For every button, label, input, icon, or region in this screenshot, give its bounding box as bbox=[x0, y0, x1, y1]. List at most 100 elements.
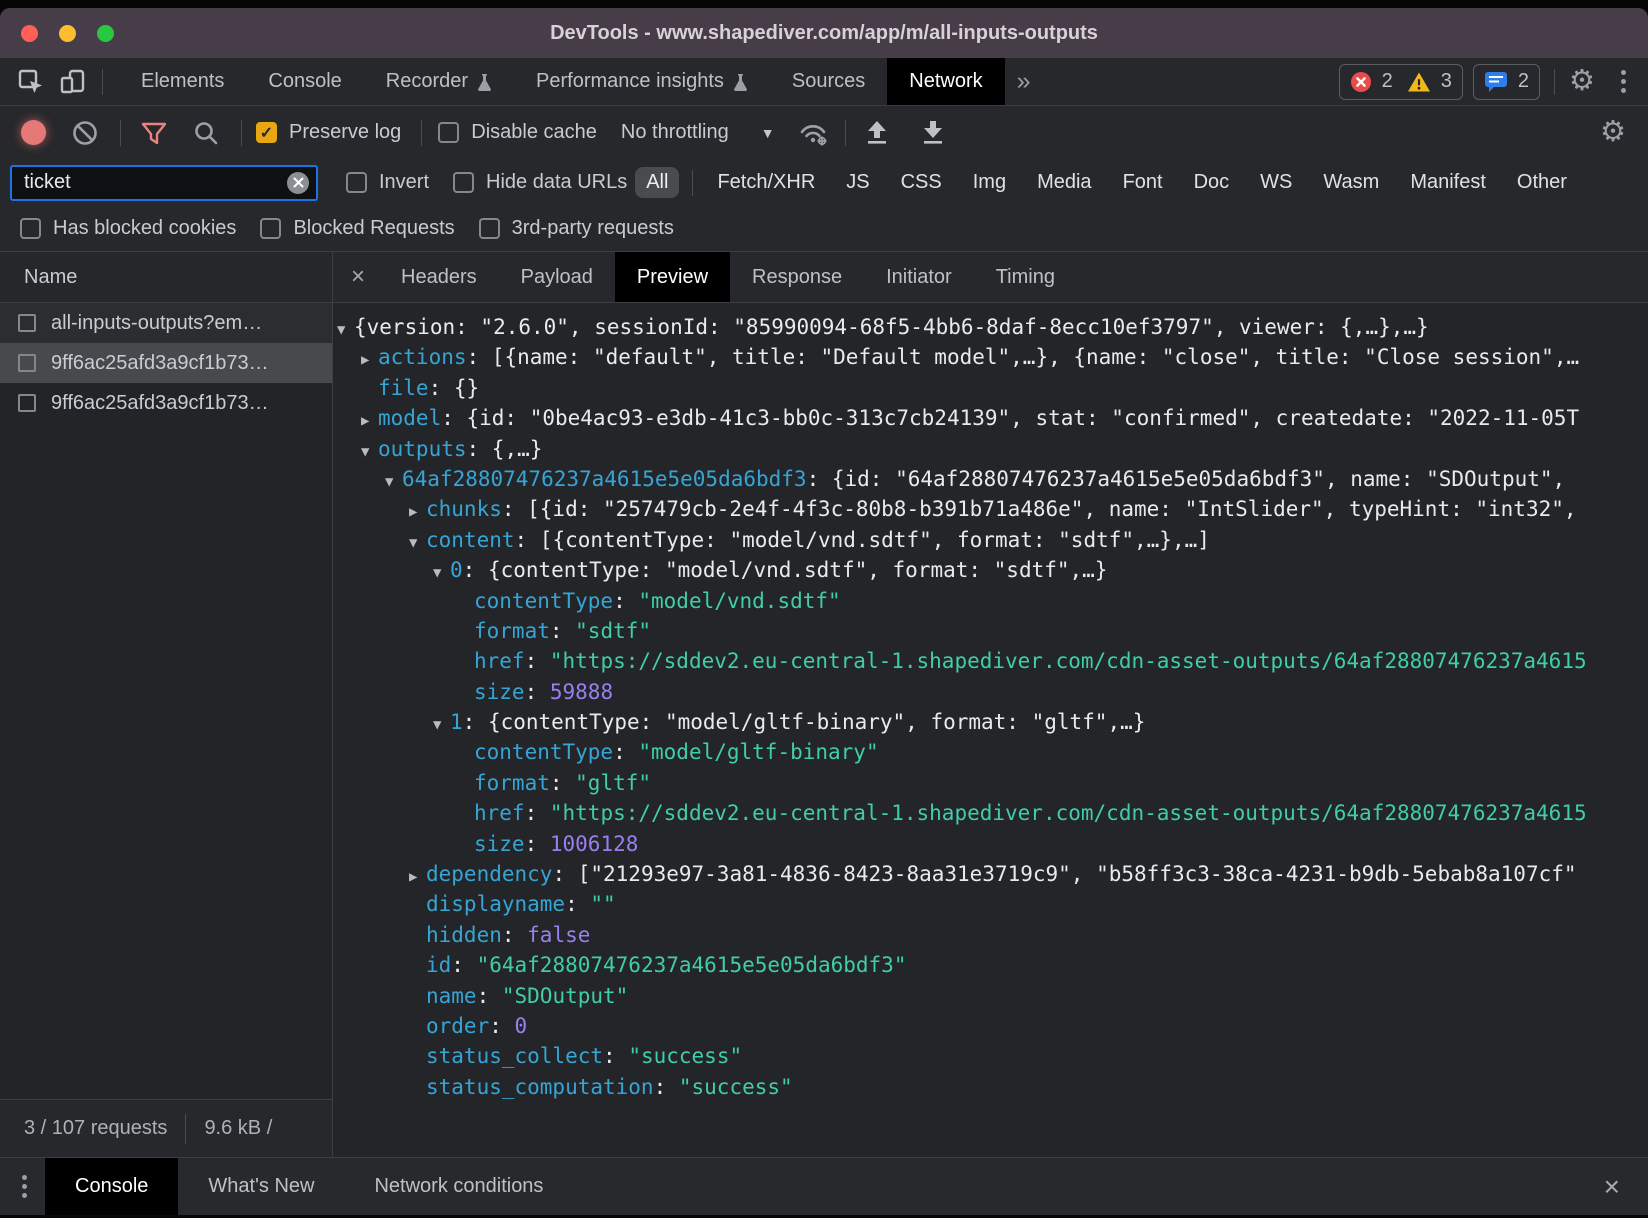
has-blocked-cookies-checkbox[interactable] bbox=[20, 218, 41, 239]
collapse-triangle-icon[interactable]: ▼ bbox=[337, 315, 354, 342]
json-line[interactable]: contentType: "model/gltf-binary" bbox=[333, 737, 1648, 767]
json-line[interactable]: size: 59888 bbox=[333, 677, 1648, 707]
requests-column-header[interactable]: Name bbox=[0, 252, 332, 303]
collapse-triangle-icon[interactable]: ▼ bbox=[433, 710, 450, 737]
more-tabs-chevron-icon[interactable]: » bbox=[1005, 67, 1043, 96]
disable-cache-label: Disable cache bbox=[471, 121, 597, 144]
json-line[interactable]: hidden: false bbox=[333, 920, 1648, 950]
filter-type-css[interactable]: CSS bbox=[890, 167, 953, 198]
network-conditions-icon[interactable] bbox=[797, 116, 831, 150]
drawer-kebab-icon[interactable] bbox=[14, 1175, 35, 1198]
collapse-triangle-icon[interactable]: ▼ bbox=[433, 558, 450, 585]
json-line[interactable]: ▶dependency: ["21293e97-3a81-4836-8423-8… bbox=[333, 859, 1648, 889]
issues-badge[interactable]: 2 3 bbox=[1339, 64, 1463, 100]
json-line[interactable]: id: "64af28807476237a4615e5e05da6bdf3" bbox=[333, 950, 1648, 980]
export-har-icon[interactable] bbox=[916, 116, 950, 150]
drawer-tab-what-s-new[interactable]: What's New bbox=[178, 1158, 344, 1215]
filter-input[interactable] bbox=[10, 165, 318, 201]
request-row[interactable]: 9ff6ac25afd3a9cf1b73… bbox=[0, 343, 332, 383]
json-line[interactable]: status_computation: "success" bbox=[333, 1072, 1648, 1102]
filter-type-other[interactable]: Other bbox=[1506, 167, 1578, 198]
preserve-log-checkbox[interactable]: ✓ bbox=[256, 122, 277, 143]
json-line[interactable]: ▼{version: "2.6.0", sessionId: "85990094… bbox=[333, 312, 1648, 342]
filter-type-media[interactable]: Media bbox=[1026, 167, 1102, 198]
details-tab-headers[interactable]: Headers bbox=[379, 252, 499, 302]
import-har-icon[interactable] bbox=[860, 116, 894, 150]
disable-cache-checkbox[interactable] bbox=[438, 122, 459, 143]
json-line[interactable]: format: "gltf" bbox=[333, 768, 1648, 798]
tab-sources[interactable]: Sources bbox=[770, 58, 887, 105]
filter-type-ws[interactable]: WS bbox=[1249, 167, 1303, 198]
inspect-element-icon[interactable] bbox=[14, 65, 48, 99]
json-line[interactable]: ▶chunks: [{id: "257479cb-2e4f-4f3c-80b8-… bbox=[333, 494, 1648, 524]
json-line[interactable]: ▼outputs: {,…} bbox=[333, 434, 1648, 464]
third-party-requests-checkbox[interactable] bbox=[479, 218, 500, 239]
request-checkbox[interactable] bbox=[18, 354, 36, 372]
json-line[interactable]: ▼0: {contentType: "model/vnd.sdtf", form… bbox=[333, 555, 1648, 585]
json-line[interactable]: ▶model: {id: "0be4ac93-e3db-41c3-bb0c-31… bbox=[333, 403, 1648, 433]
filter-type-js[interactable]: JS bbox=[835, 167, 880, 198]
clear-network-log-icon[interactable] bbox=[68, 116, 102, 150]
request-row[interactable]: all-inputs-outputs?em… bbox=[0, 303, 332, 343]
tab-recorder[interactable]: Recorder bbox=[364, 58, 514, 105]
filter-icon[interactable] bbox=[137, 116, 171, 150]
blocked-requests-checkbox[interactable] bbox=[260, 218, 281, 239]
json-line[interactable]: ▼content: [{contentType: "model/vnd.sdtf… bbox=[333, 525, 1648, 555]
json-line[interactable]: name: "SDOutput" bbox=[333, 981, 1648, 1011]
json-line[interactable]: status_collect: "success" bbox=[333, 1041, 1648, 1071]
details-tab-response[interactable]: Response bbox=[730, 252, 864, 302]
tab-console[interactable]: Console bbox=[246, 58, 363, 105]
collapse-triangle-icon[interactable]: ▼ bbox=[361, 437, 378, 464]
device-toolbar-icon[interactable] bbox=[56, 65, 90, 99]
tab-elements[interactable]: Elements bbox=[119, 58, 246, 105]
hide-data-urls-checkbox[interactable] bbox=[453, 172, 474, 193]
filter-type-font[interactable]: Font bbox=[1112, 167, 1174, 198]
json-line[interactable]: ▶actions: [{name: "default", title: "Def… bbox=[333, 342, 1648, 372]
expand-triangle-icon[interactable]: ▶ bbox=[409, 497, 426, 524]
request-row[interactable]: 9ff6ac25afd3a9cf1b73… bbox=[0, 383, 332, 423]
filter-type-img[interactable]: Img bbox=[962, 167, 1017, 198]
settings-gear-icon[interactable]: ⚙ bbox=[1569, 67, 1595, 96]
collapse-triangle-icon[interactable]: ▼ bbox=[409, 528, 426, 555]
json-line[interactable]: contentType: "model/vnd.sdtf" bbox=[333, 586, 1648, 616]
details-tab-timing[interactable]: Timing bbox=[974, 252, 1077, 302]
close-drawer-icon[interactable]: × bbox=[1586, 1173, 1634, 1201]
filter-type-wasm[interactable]: Wasm bbox=[1312, 167, 1390, 198]
drawer-tab-console[interactable]: Console bbox=[45, 1158, 178, 1215]
messages-badge[interactable]: 2 bbox=[1473, 64, 1540, 100]
json-line[interactable]: ▼64af28807476237a4615e5e05da6bdf3: {id: … bbox=[333, 464, 1648, 494]
json-line[interactable]: displayname: "" bbox=[333, 889, 1648, 919]
invert-checkbox[interactable] bbox=[346, 172, 367, 193]
details-tab-preview[interactable]: Preview bbox=[615, 252, 730, 302]
drawer-tab-network-conditions[interactable]: Network conditions bbox=[344, 1158, 573, 1215]
expand-triangle-icon[interactable]: ▶ bbox=[409, 862, 426, 889]
json-line[interactable]: format: "sdtf" bbox=[333, 616, 1648, 646]
expand-triangle-icon[interactable]: ▶ bbox=[361, 345, 378, 372]
chevron-down-icon[interactable]: ▼ bbox=[761, 125, 775, 141]
network-settings-gear-icon[interactable]: ⚙ bbox=[1600, 118, 1626, 147]
more-options-kebab-icon[interactable] bbox=[1613, 70, 1634, 93]
search-icon[interactable] bbox=[189, 116, 223, 150]
tab-network[interactable]: Network bbox=[887, 58, 1004, 105]
close-details-icon[interactable]: × bbox=[333, 265, 379, 289]
json-line[interactable]: href: "https://sddev2.eu-central-1.shape… bbox=[333, 646, 1648, 676]
json-line[interactable]: ▼1: {contentType: "model/gltf-binary", f… bbox=[333, 707, 1648, 737]
expand-triangle-icon[interactable]: ▶ bbox=[361, 406, 378, 433]
filter-type-doc[interactable]: Doc bbox=[1183, 167, 1241, 198]
details-tab-payload[interactable]: Payload bbox=[499, 252, 615, 302]
clear-filter-icon[interactable] bbox=[287, 172, 309, 194]
record-network-log-button[interactable] bbox=[21, 120, 46, 145]
json-line[interactable]: size: 1006128 bbox=[333, 829, 1648, 859]
json-line[interactable]: href: "https://sddev2.eu-central-1.shape… bbox=[333, 798, 1648, 828]
collapse-triangle-icon[interactable]: ▼ bbox=[385, 467, 402, 494]
throttling-select[interactable]: No throttling bbox=[621, 121, 729, 144]
filter-type-all[interactable]: All bbox=[635, 167, 679, 198]
json-line[interactable]: file: {} bbox=[333, 373, 1648, 403]
filter-type-fetch-xhr[interactable]: Fetch/XHR bbox=[706, 167, 826, 198]
request-checkbox[interactable] bbox=[18, 314, 36, 332]
request-checkbox[interactable] bbox=[18, 394, 36, 412]
tab-performance-insights[interactable]: Performance insights bbox=[514, 58, 770, 105]
json-line[interactable]: order: 0 bbox=[333, 1011, 1648, 1041]
filter-type-manifest[interactable]: Manifest bbox=[1399, 167, 1497, 198]
details-tab-initiator[interactable]: Initiator bbox=[864, 252, 974, 302]
